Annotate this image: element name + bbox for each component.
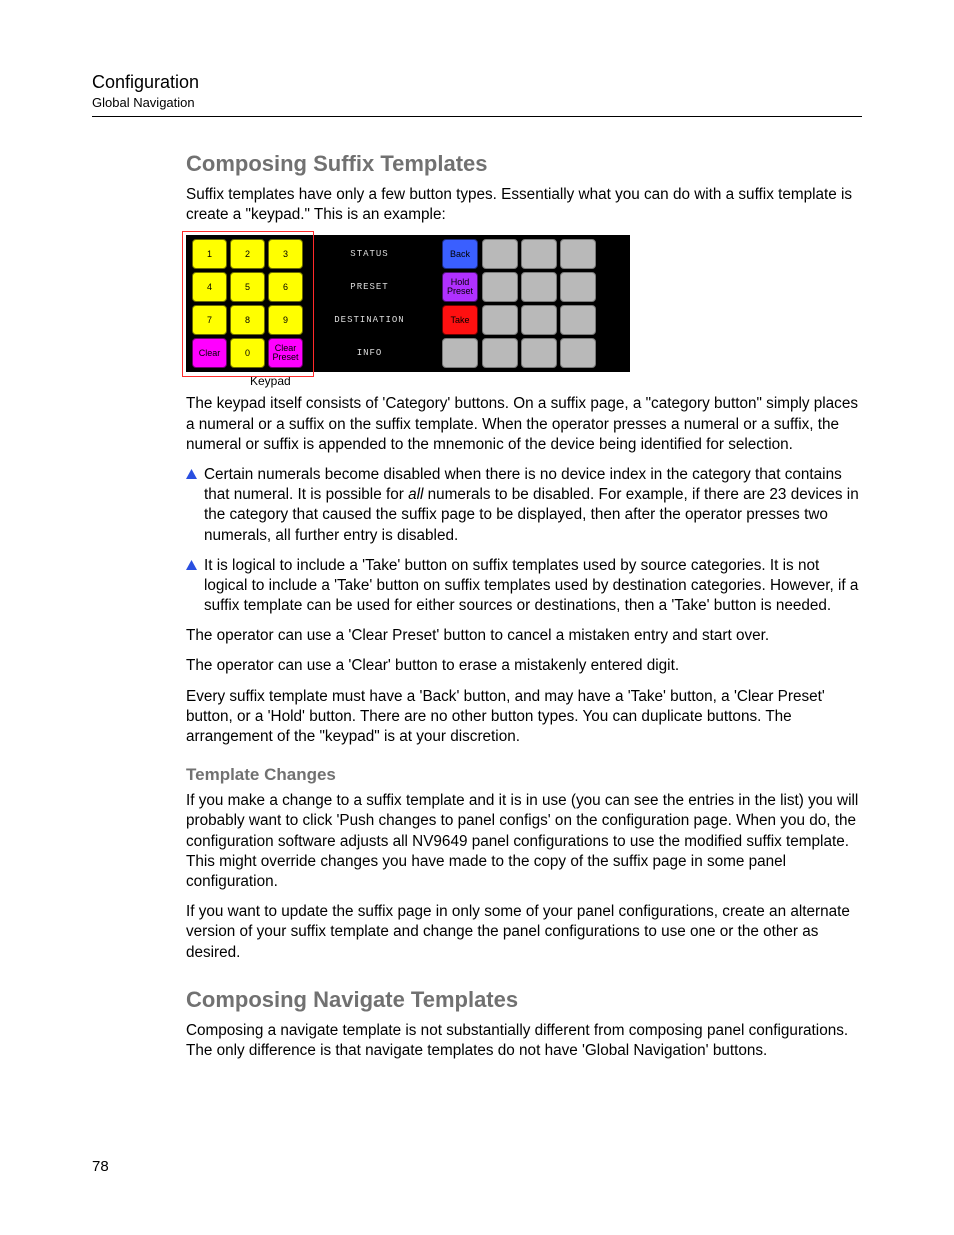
blank-button[interactable] xyxy=(482,239,518,269)
take-button[interactable]: Take xyxy=(442,305,478,335)
key-5[interactable]: 5 xyxy=(230,272,265,302)
key-6[interactable]: 6 xyxy=(268,272,303,302)
blank-button[interactable] xyxy=(560,338,596,368)
hold-preset-button[interactable]: Hold Preset xyxy=(442,272,478,302)
back-button[interactable]: Back xyxy=(442,239,478,269)
main-content: Composing Suffix Templates Suffix templa… xyxy=(186,151,862,1061)
lcd-info: INFO xyxy=(307,338,432,368)
paragraph-must-have: Every suffix template must have a 'Back'… xyxy=(186,687,862,748)
bullet-item: It is logical to include a 'Take' button… xyxy=(186,556,862,617)
lcd-preset: PRESET xyxy=(307,272,432,302)
key-1[interactable]: 1 xyxy=(192,239,227,269)
key-7[interactable]: 7 xyxy=(192,305,227,335)
blank-button[interactable] xyxy=(521,239,557,269)
keypad-figure: 1 2 3 4 5 6 7 8 9 Clear 0 Clear Preset S… xyxy=(186,235,630,388)
page-header: Configuration Global Navigation xyxy=(92,72,862,117)
keypad-caption: Keypad xyxy=(250,374,630,388)
paragraph-tc2: If you want to update the suffix page in… xyxy=(186,902,862,963)
key-3[interactable]: 3 xyxy=(268,239,303,269)
blank-button[interactable] xyxy=(482,272,518,302)
key-clear[interactable]: Clear xyxy=(192,338,227,368)
blank-button[interactable] xyxy=(442,338,478,368)
key-0[interactable]: 0 xyxy=(230,338,265,368)
triangle-bullet-icon xyxy=(186,560,204,617)
paragraph-navigate: Composing a navigate template is not sub… xyxy=(186,1021,862,1061)
lcd-destination: DESTINATION xyxy=(307,305,432,335)
paragraph-intro: Suffix templates have only a few button … xyxy=(186,185,862,225)
heading-composing-navigate: Composing Navigate Templates xyxy=(186,987,862,1013)
keypad-number-grid: 1 2 3 4 5 6 7 8 9 Clear 0 Clear Preset xyxy=(192,239,303,368)
blank-button[interactable] xyxy=(560,272,596,302)
heading-template-changes: Template Changes xyxy=(186,765,862,785)
keypad-panel: 1 2 3 4 5 6 7 8 9 Clear 0 Clear Preset S… xyxy=(186,235,630,372)
blank-grid xyxy=(482,239,596,368)
blank-button[interactable] xyxy=(521,338,557,368)
header-rule xyxy=(92,116,862,117)
blank-button[interactable] xyxy=(521,305,557,335)
blank-button[interactable] xyxy=(521,272,557,302)
key-2[interactable]: 2 xyxy=(230,239,265,269)
paragraph-clear: The operator can use a 'Clear' button to… xyxy=(186,656,862,676)
blank-button[interactable] xyxy=(560,239,596,269)
blank-button[interactable] xyxy=(560,305,596,335)
bullet-text: Certain numerals become disabled when th… xyxy=(204,465,862,546)
blank-button[interactable] xyxy=(482,338,518,368)
paragraph-tc1: If you make a change to a suffix templat… xyxy=(186,791,862,892)
page-number: 78 xyxy=(92,1158,109,1175)
bullet-text: It is logical to include a 'Take' button… xyxy=(204,556,862,617)
action-column: Back Hold Preset Take xyxy=(442,239,478,368)
key-4[interactable]: 4 xyxy=(192,272,227,302)
lcd-status: STATUS xyxy=(307,239,432,269)
paragraph-after-keypad: The keypad itself consists of 'Category'… xyxy=(186,394,862,455)
triangle-bullet-icon xyxy=(186,469,204,546)
key-9[interactable]: 9 xyxy=(268,305,303,335)
key-8[interactable]: 8 xyxy=(230,305,265,335)
header-title: Configuration xyxy=(92,72,862,93)
paragraph-clear-preset: The operator can use a 'Clear Preset' bu… xyxy=(186,626,862,646)
heading-composing-suffix: Composing Suffix Templates xyxy=(186,151,862,177)
blank-button[interactable] xyxy=(482,305,518,335)
lcd-column: STATUS PRESET DESTINATION INFO xyxy=(307,239,432,368)
bullet-item: Certain numerals become disabled when th… xyxy=(186,465,862,546)
key-clear-preset[interactable]: Clear Preset xyxy=(268,338,303,368)
header-subtitle: Global Navigation xyxy=(92,95,862,110)
